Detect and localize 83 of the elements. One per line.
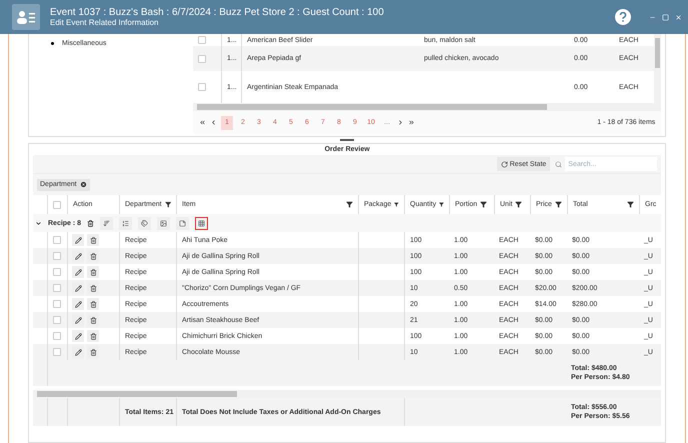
edit-button[interactable] <box>72 346 84 358</box>
row-checkbox[interactable] <box>198 54 206 62</box>
edit-button[interactable] <box>72 314 84 326</box>
row-checkbox[interactable] <box>53 348 61 356</box>
delete-button[interactable] <box>87 330 99 342</box>
pencil-icon <box>74 316 82 324</box>
pencil-icon <box>74 268 82 276</box>
edit-button[interactable] <box>72 250 84 262</box>
delete-button[interactable] <box>87 282 99 294</box>
remove-icon[interactable] <box>80 181 87 188</box>
scrollbar[interactable] <box>654 34 662 103</box>
row-checkbox[interactable] <box>53 236 61 244</box>
filter-icon[interactable] <box>439 201 444 208</box>
tags-icon <box>141 220 148 226</box>
delete-button[interactable] <box>87 298 99 310</box>
trash-icon <box>90 300 96 308</box>
row-checkbox[interactable] <box>53 300 61 308</box>
edit-button[interactable] <box>72 282 84 294</box>
select-all-checkbox[interactable] <box>53 200 61 208</box>
toolbar-button[interactable] <box>176 216 190 230</box>
toolbar-button[interactable] <box>157 216 170 230</box>
maximize-icon[interactable] <box>662 14 669 20</box>
pencil-icon <box>74 284 82 292</box>
help-icon[interactable] <box>615 9 631 25</box>
row-checkbox[interactable] <box>198 83 206 91</box>
filter-icon[interactable] <box>480 201 488 208</box>
toolbar-button[interactable] <box>119 216 132 230</box>
filter-icon[interactable] <box>627 201 634 208</box>
refresh-icon <box>500 160 508 168</box>
first-page-icon[interactable] <box>199 119 206 126</box>
filter-icon[interactable] <box>554 201 562 208</box>
filter-icon[interactable] <box>164 201 171 208</box>
edit-button[interactable] <box>72 330 84 342</box>
row-checkbox[interactable] <box>53 332 61 340</box>
trash-icon <box>90 268 96 276</box>
scrollbar[interactable] <box>33 390 662 398</box>
grid-icon <box>198 220 206 226</box>
window-title: Event 1037 : Buzz's Bash : 6/7/2024 : Buzz Pet Store 2 : Guest Count : 100 <box>50 7 385 18</box>
trash-icon <box>90 348 96 356</box>
trash-icon <box>90 252 96 260</box>
filter-icon[interactable] <box>346 201 353 208</box>
toolbar-button[interactable] <box>138 216 152 230</box>
list-icon <box>122 220 130 226</box>
toolbar-button[interactable] <box>195 216 208 230</box>
row-checkbox[interactable] <box>53 316 61 324</box>
trash-icon <box>90 284 96 292</box>
window-subtitle: Edit Event Related Information <box>50 18 160 27</box>
edit-button[interactable] <box>72 266 84 278</box>
note-icon <box>179 220 186 226</box>
pencil-icon <box>74 252 82 260</box>
sort-icon <box>103 220 110 226</box>
row-checkbox[interactable] <box>198 36 206 44</box>
trash-icon[interactable] <box>87 220 94 226</box>
trash-icon <box>90 332 96 340</box>
next-page-icon[interactable] <box>397 119 404 126</box>
pencil-icon <box>74 348 82 356</box>
pencil-icon <box>74 300 82 308</box>
search-icon <box>555 160 562 168</box>
splitter-handle[interactable] <box>340 139 354 141</box>
collapse-icon[interactable] <box>35 220 42 226</box>
row-checkbox[interactable] <box>53 268 61 276</box>
delete-button[interactable] <box>87 314 99 326</box>
edit-button[interactable] <box>72 298 84 310</box>
trash-icon <box>90 236 96 244</box>
close-icon[interactable] <box>675 14 682 20</box>
pencil-icon <box>74 332 82 340</box>
delete-button[interactable] <box>87 346 99 358</box>
trash-icon <box>90 316 96 324</box>
row-checkbox[interactable] <box>53 284 61 292</box>
delete-button[interactable] <box>87 250 99 262</box>
delete-button[interactable] <box>87 266 99 278</box>
previous-page-icon[interactable] <box>210 119 217 126</box>
scrollbar[interactable] <box>193 103 662 111</box>
pencil-icon <box>74 236 82 244</box>
toolbar-button[interactable] <box>100 216 114 230</box>
filter-icon[interactable] <box>515 201 522 208</box>
filter-icon[interactable] <box>394 201 399 208</box>
edit-button[interactable] <box>72 234 84 246</box>
row-checkbox[interactable] <box>53 252 61 260</box>
delete-button[interactable] <box>87 234 99 246</box>
image-icon <box>160 220 168 226</box>
last-page-icon[interactable] <box>408 119 415 126</box>
contact-card-icon <box>12 4 40 30</box>
